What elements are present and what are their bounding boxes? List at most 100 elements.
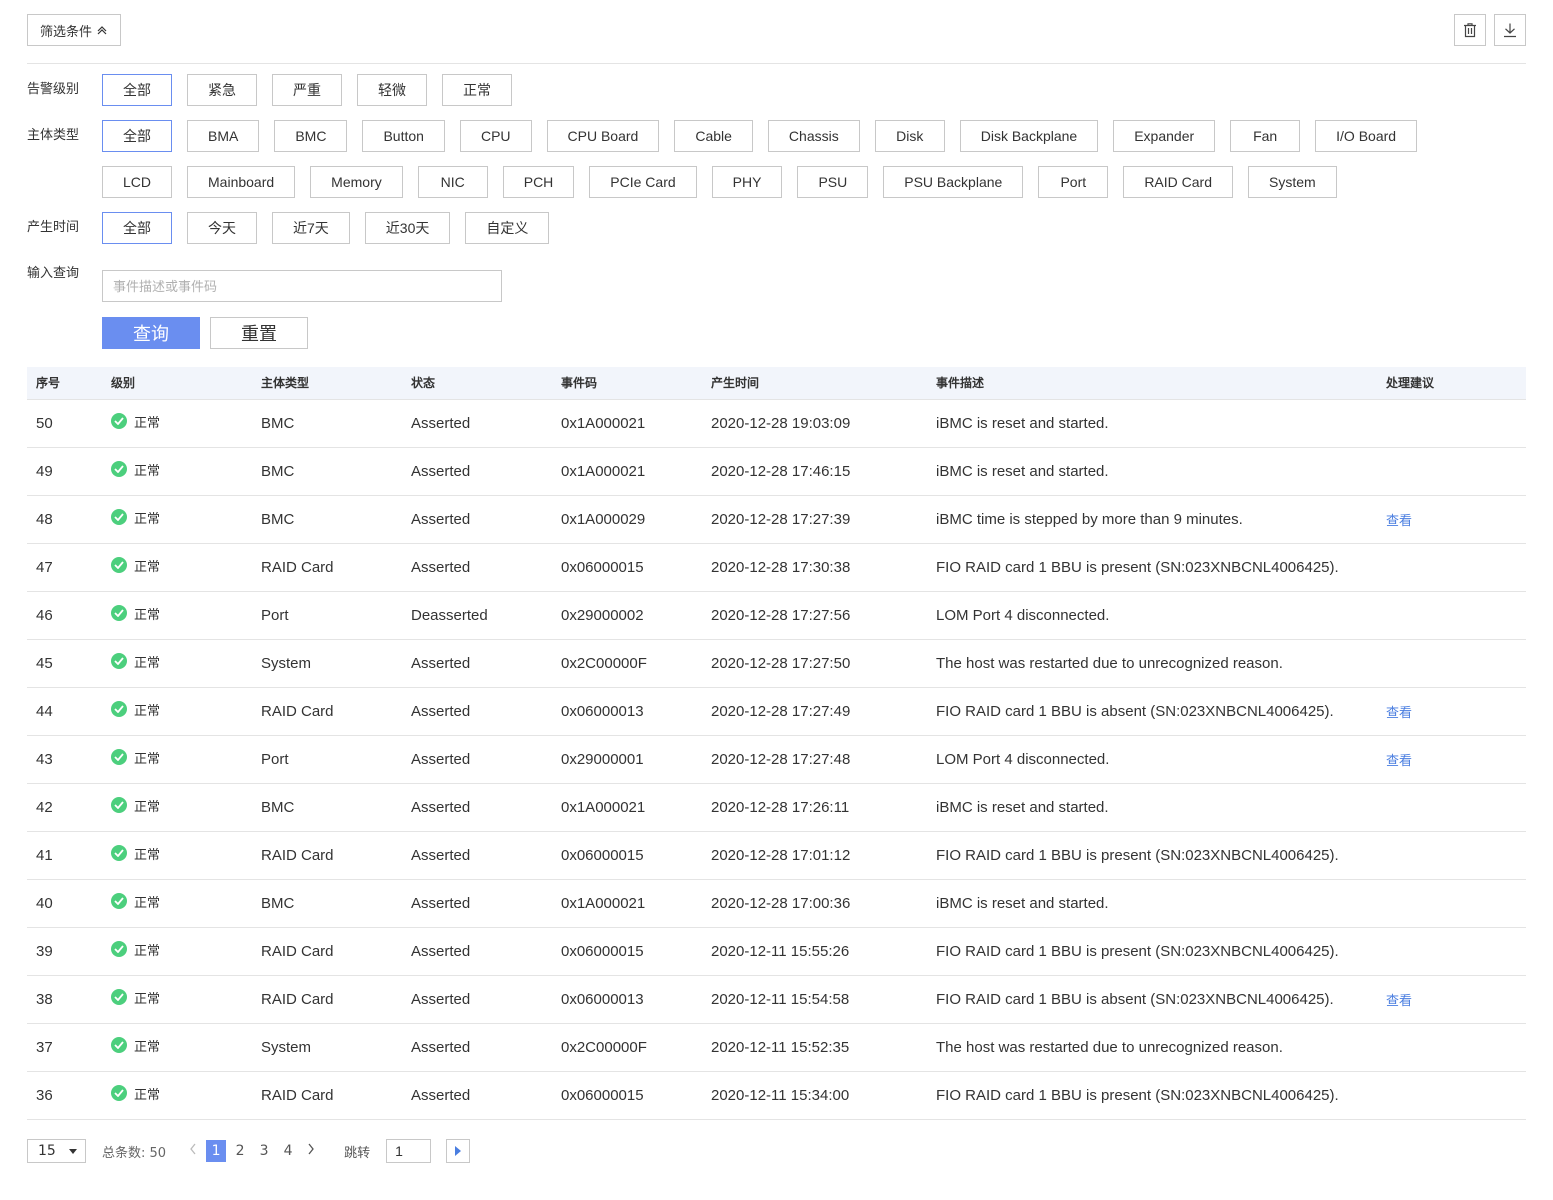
alarm-level-chip[interactable]: 轻微 — [357, 74, 427, 106]
jump-go-button[interactable] — [446, 1139, 471, 1163]
advice-cell: 查看 — [1377, 735, 1526, 784]
advice-cell — [1377, 831, 1526, 880]
subject-type-chip[interactable]: Disk Backplane — [959, 120, 1099, 152]
subject-type-chip[interactable]: PCIe Card — [589, 166, 697, 198]
subject-type-chip[interactable]: Fan — [1230, 120, 1301, 152]
advice-cell — [1377, 399, 1526, 448]
download-button[interactable] — [1494, 14, 1526, 46]
view-advice-link[interactable]: 查看 — [1386, 754, 1412, 769]
column-header: 主体类型 — [252, 367, 402, 400]
alarm-level-chip[interactable]: 紧急 — [187, 74, 257, 106]
subject-type-chip[interactable]: CPU — [459, 120, 532, 152]
time-cell: 2020-12-11 15:55:26 — [702, 927, 927, 976]
state-cell: Asserted — [402, 495, 552, 544]
subject-type-chip[interactable]: System — [1248, 166, 1337, 198]
page-number[interactable]: 3 — [254, 1140, 274, 1162]
subject-type-chip[interactable]: PSU Backplane — [883, 166, 1024, 198]
event-code-cell: 0x06000015 — [552, 543, 702, 592]
view-advice-link[interactable]: 查看 — [1386, 514, 1412, 529]
next-page-button[interactable] — [302, 1143, 320, 1159]
reset-button[interactable]: 重置 — [210, 317, 308, 349]
subject-type-chip[interactable]: 全部 — [102, 120, 172, 152]
column-header: 事件码 — [552, 367, 702, 400]
level-cell: 正常 — [102, 591, 252, 640]
row-index: 49 — [27, 447, 102, 496]
chevron-left-icon — [190, 1143, 196, 1155]
time-cell: 2020-12-11 15:54:58 — [702, 975, 927, 1024]
subject-type-chip[interactable]: Mainboard — [187, 166, 296, 198]
filter-toggle-button[interactable]: 筛选条件 — [27, 14, 122, 46]
page-size-select[interactable]: 15 — [27, 1139, 86, 1163]
alarm-level-chip[interactable]: 全部 — [102, 74, 172, 106]
advice-cell — [1377, 591, 1526, 640]
subject-type-chip[interactable]: PHY — [711, 166, 783, 198]
status-badge: 正常 — [111, 700, 160, 719]
subject-type-chip[interactable]: BMA — [187, 120, 260, 152]
page-number[interactable]: 4 — [278, 1140, 298, 1162]
level-text: 正常 — [134, 463, 161, 479]
status-badge: 正常 — [111, 892, 160, 911]
caret-down-icon — [69, 1148, 77, 1154]
level-text: 正常 — [134, 1039, 161, 1055]
status-badge: 正常 — [111, 460, 160, 479]
time-range-chip[interactable]: 今天 — [187, 212, 257, 244]
column-header: 处理建议 — [1377, 367, 1526, 400]
state-cell: Asserted — [402, 735, 552, 784]
time-range-chip[interactable]: 全部 — [102, 212, 172, 244]
subject-type-chip[interactable]: PCH — [502, 166, 575, 198]
row-index: 46 — [27, 591, 102, 640]
trash-icon — [1464, 23, 1476, 38]
time-range-chip[interactable]: 近7天 — [272, 212, 350, 244]
query-button[interactable]: 查询 — [102, 317, 200, 349]
subject-type-chip[interactable]: I/O Board — [1315, 120, 1418, 152]
status-badge: 正常 — [111, 796, 160, 815]
subject-type-chip[interactable]: RAID Card — [1123, 166, 1233, 198]
subject-type-chip[interactable]: Cable — [674, 120, 753, 152]
row-index: 38 — [27, 975, 102, 1024]
row-index: 41 — [27, 831, 102, 880]
page-number[interactable]: 2 — [230, 1140, 250, 1162]
subject-type-chip[interactable]: Button — [362, 120, 445, 152]
time-range-chip[interactable]: 近30天 — [364, 212, 451, 244]
subject-type-chip[interactable]: Chassis — [767, 120, 860, 152]
subject-type-chip[interactable]: Memory — [310, 166, 403, 198]
description-cell: iBMC is reset and started. — [927, 447, 1377, 496]
subject-type-chip[interactable]: BMC — [274, 120, 348, 152]
level-cell: 正常 — [102, 1071, 252, 1120]
subject-type-chip[interactable]: LCD — [102, 166, 173, 198]
state-cell: Asserted — [402, 639, 552, 688]
prev-page-button[interactable] — [184, 1143, 202, 1159]
time-cell: 2020-12-28 19:03:09 — [702, 399, 927, 448]
time-range-chip[interactable]: 自定义 — [465, 212, 550, 244]
view-advice-link[interactable]: 查看 — [1386, 994, 1412, 1009]
filter-toggle-label: 筛选条件 — [40, 23, 93, 39]
table-row: 47 正常 RAID Card Asserted 0x06000015 2020-12-2… — [27, 543, 1526, 592]
description-cell: iBMC time is stepped by more than 9 minu… — [927, 495, 1377, 544]
delete-button[interactable] — [1454, 14, 1486, 46]
chevron-right-icon — [308, 1143, 314, 1155]
alarm-level-chip[interactable]: 严重 — [272, 74, 342, 106]
state-cell: Asserted — [402, 927, 552, 976]
table-row: 37 正常 System Asserted 0x2C00000F 2020-12-11 1… — [27, 1023, 1526, 1072]
subject-type-chip[interactable]: Disk — [874, 120, 945, 152]
search-input[interactable] — [102, 270, 502, 302]
advice-cell — [1377, 927, 1526, 976]
jump-page-input[interactable] — [386, 1139, 432, 1163]
description-cell: The host was restarted due to unrecogniz… — [927, 639, 1377, 688]
subject-type-chip[interactable]: Expander — [1113, 120, 1216, 152]
subject-type-chip[interactable]: CPU Board — [546, 120, 660, 152]
event-table: 序号 级别 主体类型 状态 事件码 产生时间 事件描述 处理建议 50 正常 BMC Asserte… — [27, 367, 1526, 1120]
subject-type-chip[interactable]: PSU — [797, 166, 869, 198]
page-number[interactable]: 1 — [206, 1140, 227, 1162]
subject-type-cell: RAID Card — [252, 1071, 402, 1120]
row-index: 43 — [27, 735, 102, 784]
subject-type-chip[interactable]: Port — [1038, 166, 1109, 198]
level-text: 正常 — [134, 415, 161, 431]
view-advice-link[interactable]: 查看 — [1386, 706, 1412, 721]
level-text: 正常 — [134, 847, 161, 863]
subject-type-chip[interactable]: NIC — [417, 166, 488, 198]
level-text: 正常 — [134, 607, 161, 623]
event-code-cell: 0x29000002 — [552, 591, 702, 640]
alarm-level-chip[interactable]: 正常 — [442, 74, 512, 106]
level-text: 正常 — [134, 1087, 161, 1103]
